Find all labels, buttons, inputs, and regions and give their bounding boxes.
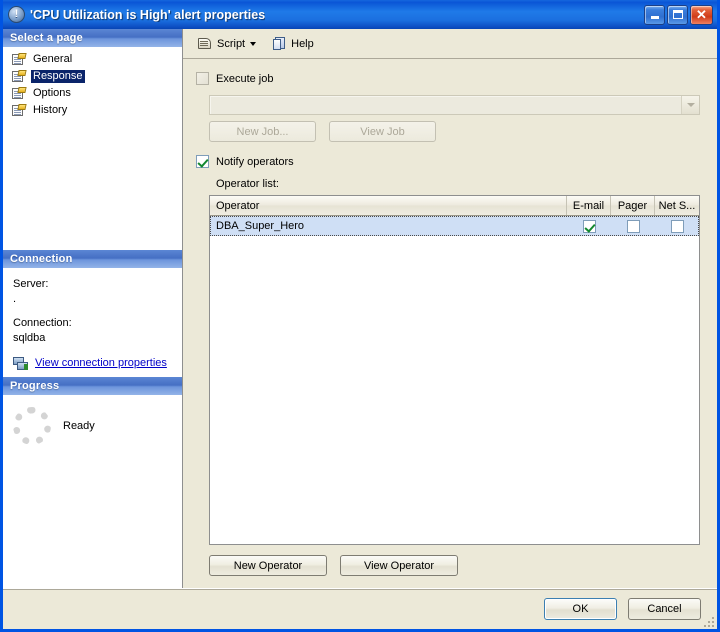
script-icon — [198, 37, 213, 51]
notify-operators-row[interactable]: Notify operators — [196, 155, 700, 168]
email-checkbox[interactable] — [582, 219, 596, 233]
close-button[interactable]: ✕ — [690, 4, 713, 25]
job-combobox[interactable] — [209, 95, 700, 115]
response-page-content: Execute job New Job... View Job Notify o… — [183, 59, 717, 588]
net-send-checkbox[interactable] — [670, 219, 684, 233]
script-button[interactable]: Script — [193, 33, 265, 54]
execute-job-row[interactable]: Execute job — [196, 72, 700, 85]
notify-operators-label: Notify operators — [216, 155, 294, 168]
column-header-operator[interactable]: Operator — [210, 196, 567, 215]
progress-spinner-icon — [13, 407, 51, 445]
title-bar[interactable]: ! 'CPU Utilization is High' alert proper… — [3, 0, 717, 29]
page-icon — [12, 87, 27, 100]
minimize-icon — [650, 16, 659, 19]
new-job-button[interactable]: New Job... — [209, 121, 316, 142]
sidebar-item-label: Options — [33, 87, 71, 99]
select-a-page-header: Select a page — [3, 29, 182, 47]
view-operator-button[interactable]: View Operator — [340, 555, 458, 576]
script-label: Script — [217, 37, 246, 50]
connection-info: Server: . Connection: sqldba View connec… — [3, 268, 182, 377]
connection-properties-icon — [13, 356, 29, 371]
cell-net-send[interactable] — [655, 217, 699, 235]
window-controls: ✕ — [644, 4, 714, 25]
alert-properties-window: ! 'CPU Utilization is High' alert proper… — [0, 0, 720, 632]
view-connection-properties-link[interactable]: View connection properties — [35, 356, 167, 371]
cell-pager[interactable] — [611, 217, 655, 235]
cell-email[interactable] — [567, 217, 611, 235]
progress-status: Ready — [63, 420, 95, 432]
new-operator-button[interactable]: New Operator — [209, 555, 327, 576]
sidebar-item-history[interactable]: History — [3, 102, 182, 119]
cancel-button[interactable]: Cancel — [628, 598, 701, 620]
page-icon — [12, 70, 27, 83]
maximize-button[interactable] — [667, 4, 688, 25]
server-value: . — [13, 293, 17, 305]
column-header-net-send[interactable]: Net S... — [655, 196, 699, 215]
operator-list-grid[interactable]: Operator E-mail Pager Net S... DBA_Super… — [209, 195, 700, 545]
table-row[interactable]: DBA_Super_Hero — [210, 216, 699, 236]
main-panel: Script Help Execute job New Job... View … — [183, 29, 717, 588]
cell-operator-name: DBA_Super_Hero — [216, 220, 305, 232]
page-list: General Response Options History — [3, 47, 182, 250]
window-body: Select a page General Response Options H… — [3, 29, 717, 588]
job-combobox-arrow[interactable] — [681, 96, 699, 114]
execute-job-label: Execute job — [216, 72, 274, 85]
connection-header: Connection — [3, 250, 182, 268]
view-job-button[interactable]: View Job — [329, 121, 436, 142]
notify-operators-checkbox[interactable] — [196, 155, 209, 168]
column-header-pager[interactable]: Pager — [611, 196, 655, 215]
operator-list-label: Operator list: — [216, 178, 279, 190]
help-label: Help — [291, 37, 314, 50]
alert-circle-icon: ! — [8, 6, 25, 23]
connection-value: sqldba — [13, 332, 46, 344]
dialog-footer: OK Cancel — [3, 588, 717, 629]
sidebar-item-label: General — [33, 53, 73, 65]
sidebar-item-label: History — [33, 104, 68, 116]
page-icon — [12, 104, 27, 117]
server-label: Server: — [13, 278, 49, 290]
sidebar-item-response[interactable]: Response — [3, 68, 182, 85]
chevron-down-icon — [686, 103, 695, 107]
help-icon — [273, 36, 287, 51]
sidebar: Select a page General Response Options H… — [3, 29, 183, 588]
close-icon: ✕ — [696, 7, 707, 22]
ok-button[interactable]: OK — [544, 598, 617, 620]
progress-info: Ready — [3, 395, 182, 457]
connection-label: Connection: — [13, 317, 72, 329]
sidebar-item-label: Response — [31, 70, 85, 83]
chevron-down-icon[interactable] — [250, 41, 257, 46]
minimize-button[interactable] — [644, 4, 665, 25]
page-icon — [12, 53, 27, 66]
window-title: 'CPU Utilization is High' alert properti… — [30, 7, 266, 22]
grid-header: Operator E-mail Pager Net S... — [210, 196, 699, 216]
toolbar: Script Help — [183, 29, 717, 59]
maximize-icon — [672, 10, 683, 19]
grid-empty-area — [210, 236, 699, 544]
resize-grip[interactable] — [702, 615, 714, 627]
progress-header: Progress — [3, 377, 182, 395]
column-header-email[interactable]: E-mail — [567, 196, 611, 215]
help-button[interactable]: Help — [268, 33, 319, 54]
job-buttons: New Job... View Job — [209, 121, 700, 142]
sidebar-item-general[interactable]: General — [3, 51, 182, 68]
execute-job-checkbox[interactable] — [196, 72, 209, 85]
operator-buttons: New Operator View Operator — [209, 555, 700, 588]
view-connection-properties-row[interactable]: View connection properties — [13, 356, 172, 371]
job-combobox-value — [210, 96, 681, 114]
pager-checkbox[interactable] — [626, 219, 640, 233]
sidebar-item-options[interactable]: Options — [3, 85, 182, 102]
